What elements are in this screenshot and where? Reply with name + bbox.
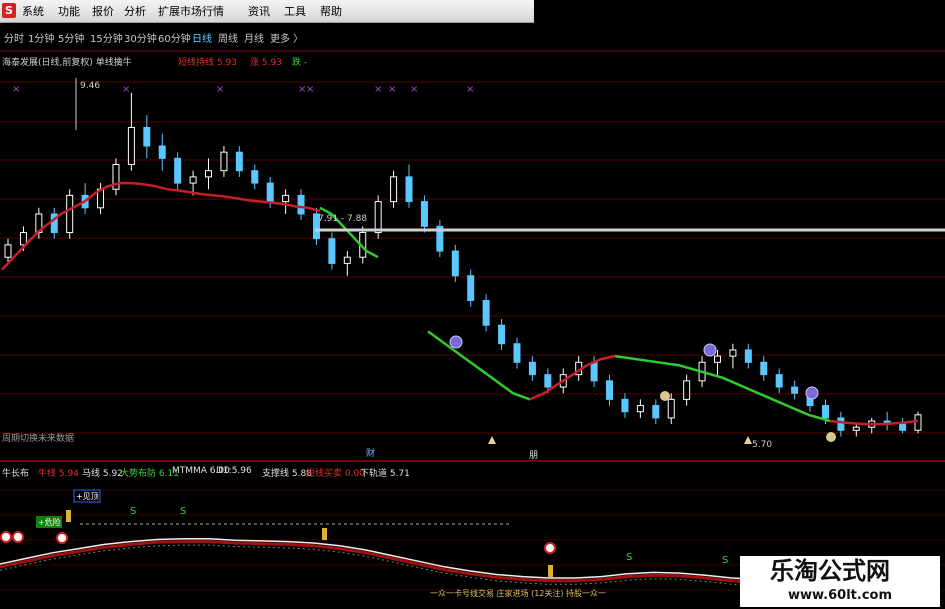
- face-marker-icon: [703, 343, 717, 357]
- candle-body: [467, 275, 475, 301]
- watermark-title: 乐淘公式网: [740, 556, 940, 587]
- indicator-trend: 大势布防 6.11: [120, 469, 179, 479]
- candle-body: [174, 157, 182, 184]
- signal-label-b: +危险: [38, 517, 61, 527]
- candle-body: [729, 349, 737, 357]
- up-arrow-icon: [488, 436, 496, 444]
- signal-bar: [66, 510, 71, 522]
- candle-body: [744, 349, 752, 363]
- signal-circle-icon: [56, 532, 68, 544]
- signal-marker-x: ×: [122, 84, 130, 95]
- candle-body: [513, 343, 521, 363]
- signal-bar: [548, 565, 553, 577]
- candle-body: [621, 398, 629, 413]
- candle-body: [127, 126, 135, 166]
- candle-body: [667, 398, 675, 419]
- indicator-d1: D1:5.96: [216, 466, 252, 476]
- up-arrow-icon: [744, 436, 752, 444]
- candle-body: [143, 126, 151, 147]
- signal-marker-x: ×: [306, 84, 314, 95]
- ma-line-green: [427, 330, 531, 401]
- candle-body: [343, 256, 351, 264]
- event-marker-label: 财: [366, 447, 375, 459]
- candle-body: [837, 417, 845, 431]
- money-bag-icon: [660, 391, 670, 401]
- candle-body: [760, 361, 768, 376]
- signal-marker-x: ×: [216, 84, 224, 95]
- candle-body: [636, 405, 644, 413]
- candle-body: [451, 250, 459, 277]
- signal-marker-x: ×: [388, 84, 396, 95]
- high-price-label: 9.46: [80, 81, 100, 91]
- signal-label-a: +见顶: [76, 492, 99, 501]
- candle-body: [821, 405, 829, 419]
- candle-body: [328, 238, 336, 264]
- candle-body: [4, 244, 12, 258]
- candle-body: [266, 182, 274, 203]
- candle-body: [189, 176, 197, 184]
- signal-s-marker: S: [626, 552, 632, 563]
- indicator-short-trade: 短线买卖 0.00: [306, 469, 365, 479]
- indicator-niu-line: 牛线 5.94: [38, 469, 79, 479]
- signal-marker-x: ×: [466, 84, 474, 95]
- signal-marker-x: ×: [410, 84, 418, 95]
- event-marker-label: 朋: [529, 450, 538, 461]
- candle-body: [66, 194, 74, 234]
- indicator-name: 牛长布: [2, 469, 30, 479]
- candle-body: [420, 201, 428, 227]
- candle-body: [544, 374, 552, 388]
- face-marker-icon: [449, 335, 463, 349]
- candle-body: [374, 201, 382, 234]
- candle-body: [791, 386, 799, 394]
- indicator-support: 支撑线 5.88: [262, 469, 312, 479]
- candle-body: [775, 374, 783, 388]
- watermark-url: www.60lt.com: [740, 587, 940, 607]
- candle-body: [405, 176, 413, 203]
- indicator-red-line: [0, 540, 759, 584]
- candle-body: [482, 299, 490, 326]
- signal-circle-icon: [0, 531, 12, 543]
- candle-body: [713, 355, 721, 363]
- candle-body: [652, 405, 660, 419]
- candlestick-chart[interactable]: 9.467.91 - 7.885.70周期切换未来数据财 朋× × × × × × × × ×S S…: [0, 0, 945, 609]
- candle-body: [528, 361, 536, 376]
- candle-body: [590, 361, 598, 382]
- candle-body: [683, 380, 691, 400]
- indicator-lower-band: 下轨道 5.71: [360, 469, 410, 479]
- candle-body: [899, 423, 907, 431]
- candle-body: [297, 194, 305, 215]
- signal-circle-icon: [544, 542, 556, 554]
- candle-body: [158, 145, 166, 159]
- candle-body: [498, 324, 506, 345]
- money-bag-icon: [826, 432, 836, 442]
- low-price-label: 5.70: [752, 440, 772, 450]
- candle-body: [251, 170, 259, 184]
- candle-body: [390, 176, 398, 203]
- signal-circle-icon: [12, 531, 24, 543]
- candle-body: [606, 380, 614, 400]
- signal-s-marker: S: [130, 506, 136, 517]
- candle-body: [205, 170, 213, 178]
- candle-body: [19, 232, 27, 246]
- indicator-bottom-text: 一众一卡号线交易 庄家进场 (12关注) 持股一众一: [430, 588, 606, 598]
- candle-body: [852, 426, 860, 431]
- candle-body: [220, 151, 228, 172]
- indicator-ma-line: 马线 5.92: [82, 469, 123, 479]
- signal-marker-x: ×: [374, 84, 382, 95]
- future-data-note: 周期切换未来数据: [2, 432, 74, 444]
- ma-line-red: [529, 354, 616, 401]
- signal-marker-x: ×: [12, 84, 20, 95]
- face-marker-icon: [805, 386, 819, 400]
- candle-body: [235, 151, 243, 172]
- signal-s-marker: S: [722, 555, 728, 566]
- level-price-label: 7.91 - 7.88: [318, 214, 367, 224]
- candle-body: [914, 414, 922, 431]
- signal-bar: [322, 528, 327, 540]
- signal-s-marker: S: [180, 506, 186, 517]
- candle-body: [282, 194, 290, 203]
